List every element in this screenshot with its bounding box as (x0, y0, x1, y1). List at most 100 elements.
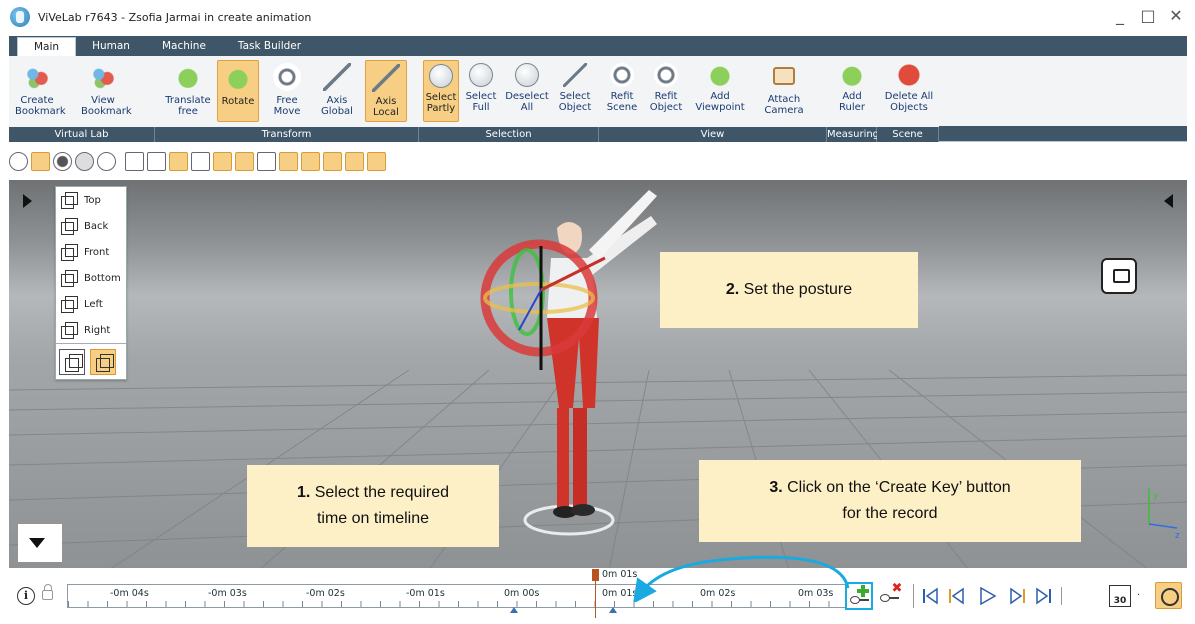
axis-global-button[interactable]: Axis Global (315, 60, 359, 122)
comment-icon[interactable] (1101, 258, 1137, 294)
refit-object-button[interactable]: Refit Object (647, 60, 685, 122)
refit-scene-button[interactable]: Refit Scene (603, 60, 641, 122)
group-measuring: Add Ruler Measuring (827, 56, 879, 142)
view-bookmark-button[interactable]: View Bookmark (81, 60, 132, 122)
maximize-button[interactable]: □ (1139, 6, 1157, 25)
view-back[interactable]: Back (56, 213, 126, 239)
timeline-current-marker[interactable] (609, 607, 617, 613)
minimize-button[interactable]: _ (1111, 6, 1129, 25)
go-to-start-icon[interactable] (923, 587, 938, 605)
key-icon (850, 596, 869, 604)
group-label-virtual-lab: Virtual Lab (9, 127, 155, 142)
timeline-track[interactable]: -0m 04s -0m 03s -0m 02s -0m 01s 0m 00s 0… (67, 584, 847, 613)
perspective-cube-icon[interactable] (59, 348, 85, 375)
deselect-all-button[interactable]: Deselect All (505, 60, 549, 122)
create-bookmark-button[interactable]: Create Bookmark (15, 60, 66, 122)
free-move-button[interactable]: Free Move (265, 60, 309, 122)
attach-camera-button[interactable]: Attach Camera (759, 60, 809, 122)
posture-tool-8-icon[interactable] (345, 151, 364, 171)
previous-key-icon[interactable] (949, 587, 964, 605)
posture-tool-5-icon[interactable] (279, 151, 298, 171)
timeline-start-marker[interactable] (510, 607, 518, 613)
view-top[interactable]: Top (56, 187, 126, 213)
ribbon-tabs: Main Human Machine Task Builder (9, 36, 1187, 56)
callout-1-line2: time on timeline (316, 510, 430, 527)
axis-gizmo: y z (1148, 488, 1180, 541)
add-viewpoint-button[interactable]: Add Viewpoint (695, 60, 745, 122)
select-object-icon (563, 63, 587, 87)
view-front[interactable]: Front (56, 239, 126, 265)
delete-all-objects-label: Delete All Objects (884, 91, 934, 113)
attach-camera-label: Attach Camera (764, 94, 804, 116)
axis-local-button[interactable]: Axis Local (365, 60, 407, 122)
view-bottom[interactable]: Bottom (56, 265, 126, 291)
secondary-toolbar (9, 146, 1187, 176)
select-full-button[interactable]: Select Full (463, 60, 499, 122)
create-key-button[interactable] (845, 582, 873, 610)
callout-3-text: Click on the ‘Create Key’ button (787, 479, 1011, 496)
add-ruler-button[interactable]: Add Ruler (831, 60, 873, 122)
fps-button[interactable]: 30 (1109, 585, 1131, 607)
lock-icon[interactable] (42, 584, 53, 600)
close-button[interactable]: ✕ (1167, 6, 1185, 25)
translate-free-button[interactable]: Translate free (163, 60, 213, 122)
orthographic-cube-icon[interactable] (90, 348, 116, 375)
time-settings-clock-icon[interactable] (1155, 582, 1182, 609)
posture-tool-9-icon[interactable] (367, 151, 386, 171)
play-icon[interactable] (980, 586, 997, 606)
tab-machine[interactable]: Machine (146, 37, 222, 56)
go-to-end-icon[interactable] (1036, 587, 1051, 605)
expand-left-panel-icon[interactable] (23, 194, 32, 208)
delete-all-objects-button[interactable]: Delete All Objects (883, 60, 935, 122)
title-bar: ViVeLab r7643 - Zsofia Jarmai in create … (0, 0, 1195, 34)
timeline-ticks (68, 601, 846, 607)
cube-top-icon (59, 191, 79, 209)
group-label-transform: Transform (155, 127, 419, 142)
tl-label: 0m 03s (798, 588, 834, 599)
playback-controls (923, 586, 1062, 606)
view-left[interactable]: Left (56, 291, 126, 317)
expand-right-panel-icon[interactable] (1164, 194, 1173, 208)
select-tool-icon[interactable] (125, 151, 144, 171)
rotate-label: Rotate (221, 96, 255, 107)
render-shaded-icon[interactable] (53, 151, 72, 171)
next-key-icon[interactable] (1010, 587, 1025, 605)
view-back-label: Back (84, 220, 109, 232)
callout-step-3: 3. Click on the ‘Create Key’ button for … (699, 460, 1081, 542)
create-bookmark-label: Create Bookmark (15, 95, 66, 117)
render-outline-icon[interactable] (97, 151, 116, 171)
fps-dropdown-icon[interactable]: · (1137, 590, 1140, 601)
group-view: Refit Scene Refit Object Add Viewpoint A… (599, 56, 827, 142)
posture-tool-2-icon[interactable] (191, 151, 210, 171)
render-wireframe-icon[interactable] (9, 151, 28, 171)
joint-tool-icon[interactable] (257, 151, 276, 171)
posture-tool-1-icon[interactable] (169, 151, 188, 171)
deselect-all-label: Deselect All (505, 91, 549, 113)
expand-bottom-panel-icon[interactable] (29, 538, 45, 548)
add-ruler-icon (840, 63, 864, 87)
axis-global-label: Axis Global (321, 95, 353, 117)
select-partly-button[interactable]: Select Partly (423, 60, 459, 122)
free-move-icon (273, 63, 301, 91)
render-smooth-icon[interactable] (75, 151, 94, 171)
posture-tool-6-icon[interactable] (301, 151, 320, 171)
delete-key-button[interactable]: ✖ (877, 582, 905, 610)
posture-tool-3-icon[interactable] (213, 151, 232, 171)
view-right[interactable]: Right (56, 317, 126, 343)
callout-3-number: 3. (769, 479, 783, 496)
plus-icon (857, 585, 869, 597)
tab-human[interactable]: Human (76, 37, 146, 56)
timeline-cursor-label: 0m 01s (602, 569, 638, 580)
info-icon[interactable]: i (17, 587, 35, 605)
select-multi-icon[interactable] (147, 151, 166, 171)
posture-tool-4-icon[interactable] (235, 151, 254, 171)
tab-task-builder[interactable]: Task Builder (222, 37, 317, 56)
human-model[interactable] (469, 180, 729, 540)
window-title: ViVeLab r7643 - Zsofia Jarmai in create … (38, 10, 312, 24)
view-left-label: Left (84, 298, 103, 310)
rotate-button[interactable]: Rotate (217, 60, 259, 122)
render-solid-icon[interactable] (31, 151, 50, 171)
select-object-button[interactable]: Select Object (555, 60, 595, 122)
tab-main[interactable]: Main (17, 37, 77, 56)
posture-tool-7-icon[interactable] (323, 151, 342, 171)
